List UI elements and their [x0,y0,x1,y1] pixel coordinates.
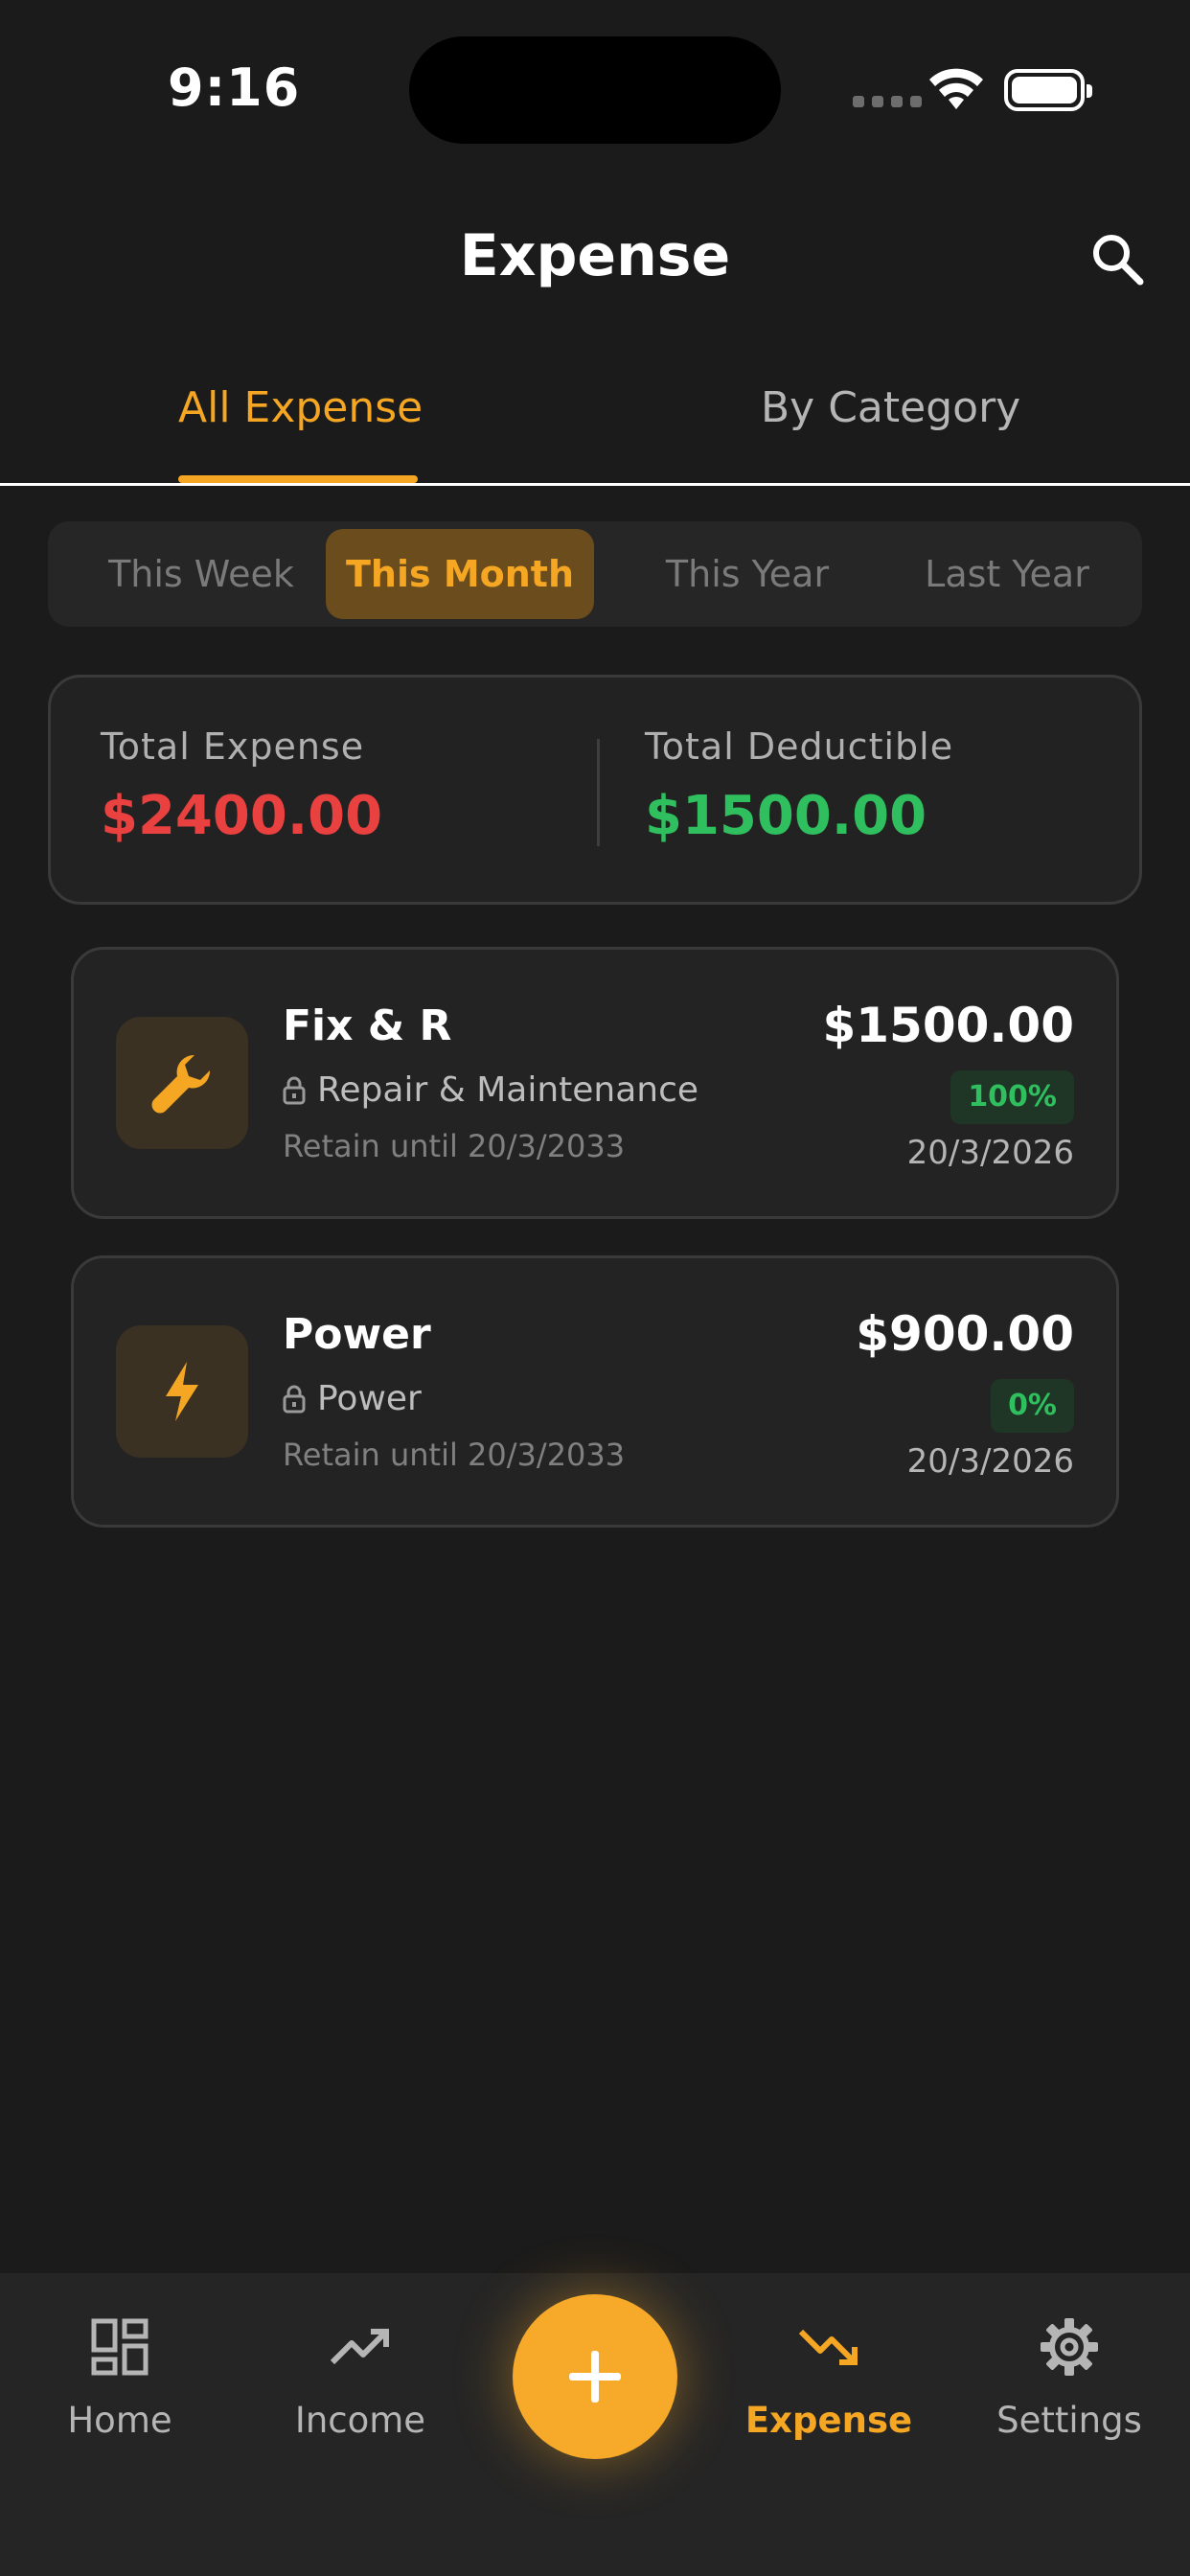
expense-category: Repair & Maintenance [283,1070,698,1110]
total-deductible-label: Total Deductible [645,725,954,768]
period-this-year[interactable]: This Year [613,521,881,627]
summary-divider [597,739,600,846]
expense-retain: Retain until 20/3/2033 [283,1128,626,1164]
deductible-badge: 100% [950,1070,1074,1124]
summary-card: Total Expense $2400.00 Total Deductible … [48,675,1142,905]
total-expense-label: Total Expense [101,725,365,768]
status-time: 9:16 [168,58,301,118]
trending-down-icon [798,2329,858,2365]
lock-icon [283,1385,306,1413]
nav-expense-label: Expense [744,2400,913,2441]
expense-card[interactable]: Power Power Retain until 20/3/2033 $900.… [71,1255,1119,1528]
expense-retain: Retain until 20/3/2033 [283,1437,626,1473]
total-deductible-value: $1500.00 [645,785,927,847]
tab-by-category[interactable]: By Category [761,383,1020,432]
nav-home[interactable]: Home [24,2313,216,2441]
wrench-icon [116,1017,248,1149]
nav-settings-label: Settings [996,2400,1142,2441]
lightning-icon [116,1325,248,1458]
wifi-icon [929,68,983,109]
expense-category-label: Power [317,1379,422,1418]
expense-card[interactable]: Fix & R Repair & Maintenance Retain unti… [71,947,1119,1219]
cellular-signal-icon [853,96,922,107]
period-this-month[interactable]: This Month [326,529,594,619]
add-expense-button[interactable] [513,2294,677,2459]
deductible-badge: 0% [991,1379,1074,1433]
expense-amount: $1500.00 [822,998,1074,1053]
page-title: Expense [459,222,731,289]
expense-title: Power [283,1310,431,1359]
expense-date: 20/3/2026 [906,1134,1074,1172]
period-last-year[interactable]: Last Year [881,521,1133,627]
nav-income[interactable]: Income [264,2313,456,2441]
tab-active-indicator [178,475,418,483]
expense-date: 20/3/2026 [906,1442,1074,1481]
nav-expense[interactable]: Expense [733,2313,925,2441]
expense-category-label: Repair & Maintenance [317,1070,699,1110]
total-expense-value: $2400.00 [101,785,383,847]
dashboard-icon [91,2318,149,2376]
nav-income-label: Income [294,2400,426,2441]
dynamic-island [409,36,781,144]
nav-home-label: Home [67,2400,172,2441]
lock-icon [283,1076,306,1104]
expense-title: Fix & R [283,1001,452,1050]
gear-icon [1041,2318,1098,2376]
tab-all-expense[interactable]: All Expense [178,383,423,432]
nav-settings[interactable]: Settings [973,2313,1165,2441]
search-icon[interactable] [1088,230,1146,288]
period-this-week[interactable]: This Week [77,521,326,627]
tab-divider [0,483,1190,486]
battery-icon [1004,69,1092,111]
plus-icon [569,2351,621,2403]
expense-category: Power [283,1379,422,1418]
period-selector: This Week This Month This Year Last Year [48,521,1142,627]
expense-amount: $900.00 [856,1306,1074,1362]
trending-up-icon [330,2329,389,2365]
